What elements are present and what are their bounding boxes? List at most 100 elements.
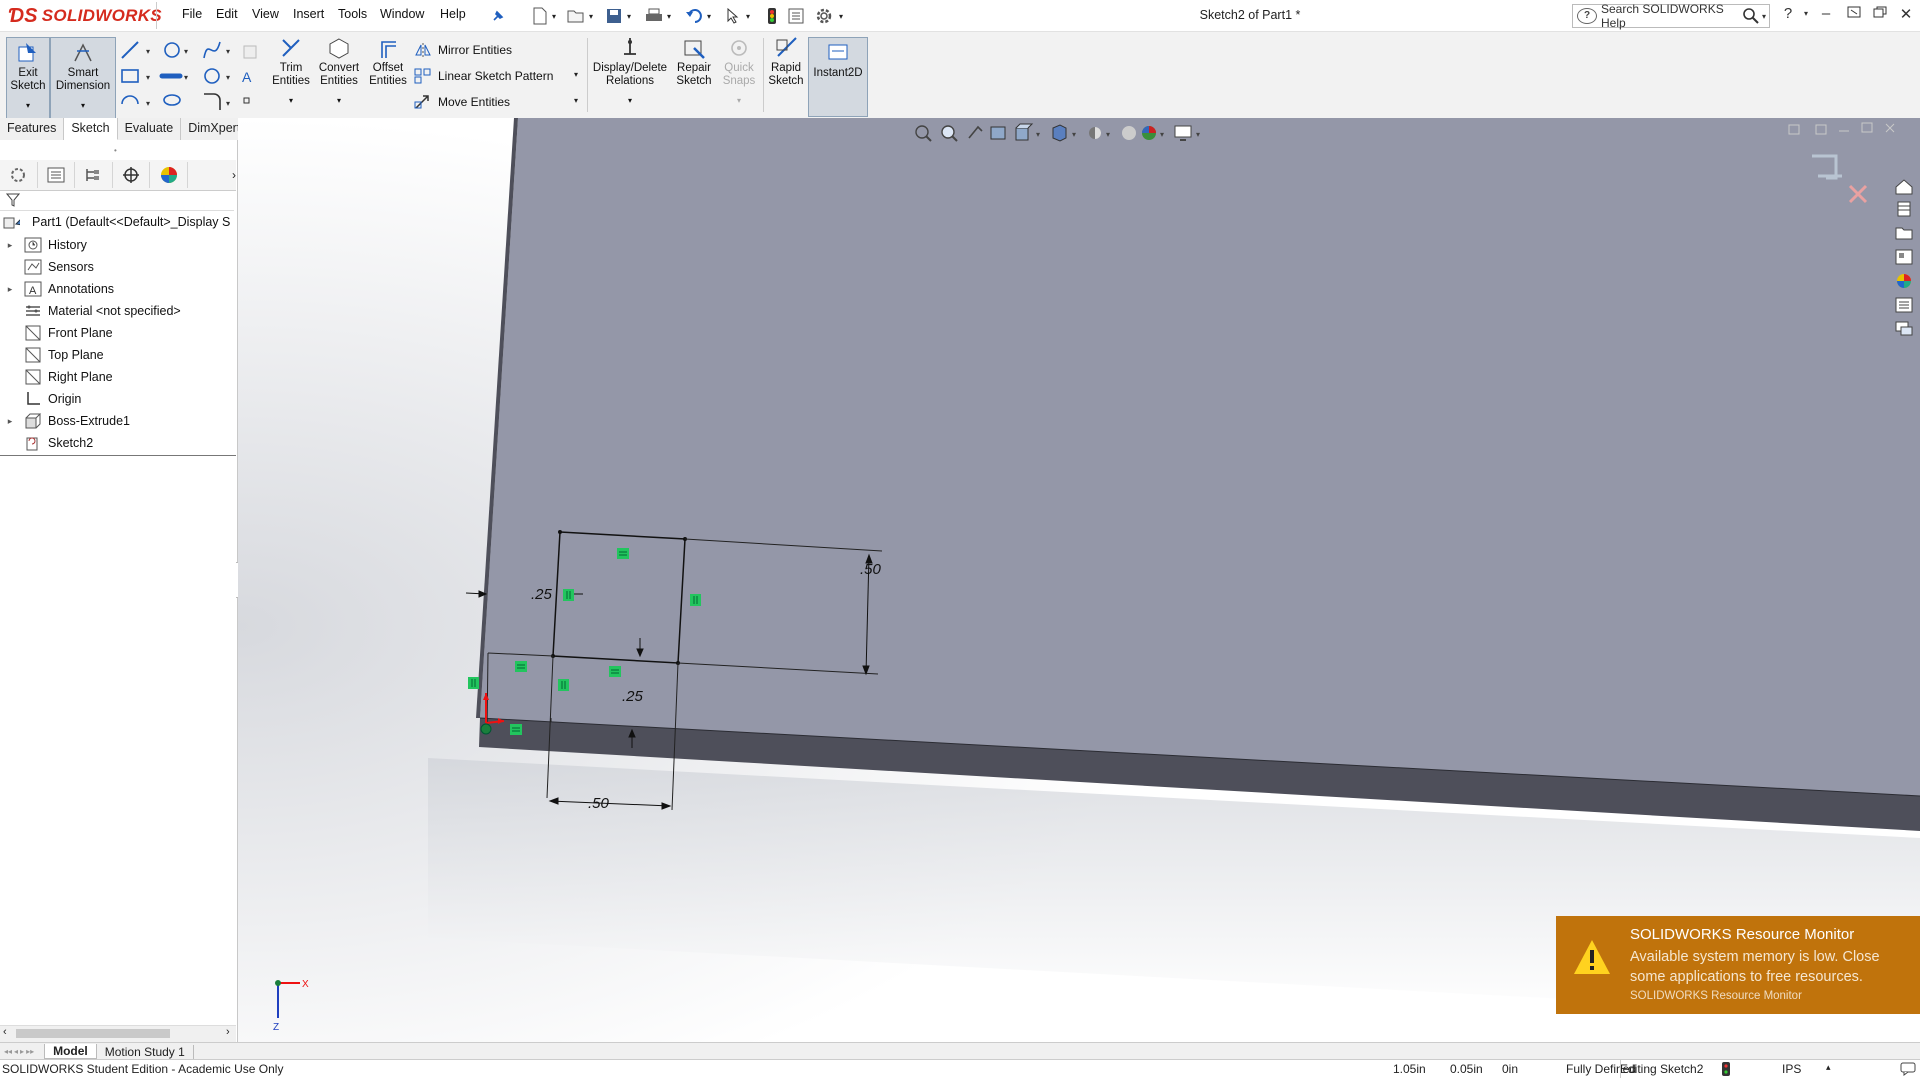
arc-icon[interactable]	[121, 95, 139, 105]
exit-sketch-button[interactable]: Exit Sketch ▾	[6, 37, 50, 119]
point-icon[interactable]	[243, 97, 250, 104]
tree-item-boss-extrude1[interactable]: ▸ Boss-Extrude1	[0, 411, 130, 431]
undo-icon[interactable]	[684, 6, 704, 26]
tab-sketch[interactable]: Sketch	[64, 118, 118, 140]
tree-item-front-plane[interactable]: Front Plane	[0, 323, 113, 343]
options-gear-icon[interactable]	[814, 6, 834, 26]
tab-features[interactable]: Features	[0, 118, 65, 140]
linear-sketch-pattern-button[interactable]: Linear Sketch Pattern	[414, 68, 553, 84]
offset-entities-button[interactable]: Offset Entities	[366, 36, 410, 116]
scroll-left-arrow-icon[interactable]: ‹	[3, 1026, 7, 1038]
text-icon[interactable]: A	[242, 69, 252, 85]
solidworks-logo[interactable]: ƊS SOLIDWORKS	[8, 3, 162, 29]
rectangle-icon[interactable]	[121, 69, 139, 83]
panel-splitter-handle[interactable]: •	[114, 146, 117, 155]
forum-icon[interactable]	[1894, 320, 1914, 338]
chevron-down-icon[interactable]: ▾	[574, 96, 578, 105]
dimension-left[interactable]: .25	[531, 586, 553, 603]
search-help-box[interactable]: ? Search SOLIDWORKS Help ▾	[1572, 2, 1770, 30]
ellipse-icon[interactable]	[163, 94, 181, 106]
chevron-down-icon[interactable]: ▾	[704, 6, 714, 26]
scroll-right-arrow-icon[interactable]: ›	[226, 1026, 230, 1038]
file-properties-icon[interactable]	[786, 6, 806, 26]
chevron-down-icon[interactable]: ▾	[549, 6, 559, 26]
chevron-down-icon[interactable]: ▾	[737, 94, 741, 107]
chevron-down-icon[interactable]: ▾	[628, 94, 632, 107]
menu-window[interactable]: Window	[380, 7, 424, 25]
chevron-down-icon[interactable]: ▾	[337, 94, 341, 107]
menu-file[interactable]: File	[182, 7, 202, 25]
expand-arrow-icon[interactable]: ▸	[4, 240, 16, 251]
search-input[interactable]: Search SOLIDWORKS Help	[1601, 2, 1742, 30]
feature-manager-tab-icon[interactable]	[0, 162, 38, 188]
tree-item-history[interactable]: ▸ History	[0, 235, 87, 255]
chevron-down-icon[interactable]: ▾	[289, 94, 293, 107]
tree-item-material[interactable]: Material <not specified>	[0, 301, 181, 321]
configuration-manager-tab-icon[interactable]	[75, 162, 113, 188]
dimxpert-manager-tab-icon[interactable]	[113, 162, 151, 188]
chevron-down-icon[interactable]: ▾	[574, 70, 578, 79]
spline-icon[interactable]	[203, 41, 221, 59]
chevron-right-icon[interactable]: ›	[188, 162, 236, 188]
close-icon[interactable]: ✕	[1894, 5, 1918, 25]
prev-tab-icon[interactable]: ◂	[14, 1047, 18, 1056]
line-icon[interactable]	[121, 41, 139, 59]
graphics-area[interactable]: .50 .25 .25 .50 X Z ▾ ▾ ▾ ▾ ▾	[238, 118, 1920, 1042]
search-icon[interactable]	[1742, 7, 1760, 25]
edit-appearance-icon[interactable]	[1122, 126, 1136, 140]
model-top-face[interactable]	[480, 118, 1920, 796]
menu-edit[interactable]: Edit	[216, 7, 238, 25]
open-folder-icon[interactable]	[566, 6, 586, 26]
maximize-icon[interactable]	[1842, 5, 1866, 25]
apply-scene-icon[interactable]	[1142, 126, 1156, 140]
rebuild-status-icon[interactable]	[1722, 1062, 1730, 1079]
instant2d-button[interactable]: Instant2D	[808, 37, 868, 117]
polygon-icon[interactable]	[204, 68, 220, 84]
tab-evaluate[interactable]: Evaluate	[118, 118, 182, 140]
move-entities-button[interactable]: Move Entities	[414, 94, 510, 110]
fillet-icon[interactable]	[204, 93, 221, 110]
first-tab-icon[interactable]: ◂◂	[4, 1047, 12, 1056]
menu-view[interactable]: View	[252, 7, 279, 25]
display-manager-tab-icon[interactable]	[150, 162, 188, 188]
chevron-down-icon[interactable]: ▾	[26, 99, 30, 112]
select-pointer-icon[interactable]	[723, 6, 743, 26]
dimension-bottom-small[interactable]: .25	[622, 688, 644, 705]
smart-dimension-button[interactable]: Smart Dimension ▾	[50, 37, 116, 119]
expand-arrow-icon[interactable]: ▸	[4, 284, 16, 295]
file-explorer-icon[interactable]	[1894, 224, 1914, 242]
dimension-bottom[interactable]: .50	[588, 795, 610, 812]
tree-item-top-plane[interactable]: Top Plane	[0, 345, 104, 365]
resource-monitor-notification[interactable]: SOLIDWORKS Resource Monitor Available sy…	[1556, 916, 1920, 1014]
chevron-up-icon[interactable]: ▴	[1826, 1062, 1831, 1073]
menu-help[interactable]: Help	[440, 7, 466, 25]
save-icon[interactable]	[604, 6, 624, 26]
tab-motion-study-1[interactable]: Motion Study 1	[97, 1044, 194, 1059]
tree-item-sketch2[interactable]: Sketch2	[0, 433, 93, 453]
view-palette-icon[interactable]	[1894, 248, 1914, 266]
property-manager-tab-icon[interactable]	[38, 162, 76, 188]
circle-icon[interactable]	[164, 42, 180, 58]
quick-snaps-button[interactable]: Quick Snaps ▾	[718, 36, 760, 116]
repair-sketch-button[interactable]: Repair Sketch	[672, 36, 716, 116]
display-delete-relations-button[interactable]: Display/Delete Relations ▾	[592, 36, 668, 116]
filter-icon[interactable]	[6, 193, 20, 207]
tree-item-sensors[interactable]: Sensors	[0, 257, 94, 277]
section-view-icon[interactable]	[990, 126, 1006, 140]
tree-item-annotations[interactable]: ▸ A Annotations	[0, 279, 114, 299]
print-icon[interactable]	[644, 6, 664, 26]
tree-rollback-bar[interactable]	[0, 455, 236, 456]
custom-properties-icon[interactable]	[1894, 296, 1914, 314]
tree-item-right-plane[interactable]: Right Plane	[0, 367, 113, 387]
rebuild-traffic-light-icon[interactable]	[762, 6, 782, 26]
chevron-down-icon[interactable]: ▾	[1762, 12, 1766, 21]
new-document-icon[interactable]	[530, 6, 550, 26]
tree-item-origin[interactable]: Origin	[0, 389, 81, 409]
tab-model[interactable]: Model	[44, 1044, 97, 1059]
unit-system[interactable]: IPS	[1782, 1062, 1801, 1076]
chevron-down-icon[interactable]: ▾	[743, 6, 753, 26]
mirror-entities-button[interactable]: Mirror Entities	[414, 42, 512, 58]
chevron-down-icon[interactable]: ▾	[624, 6, 634, 26]
chat-icon[interactable]	[1900, 1062, 1916, 1079]
hide-show-items-icon[interactable]	[1089, 127, 1101, 139]
